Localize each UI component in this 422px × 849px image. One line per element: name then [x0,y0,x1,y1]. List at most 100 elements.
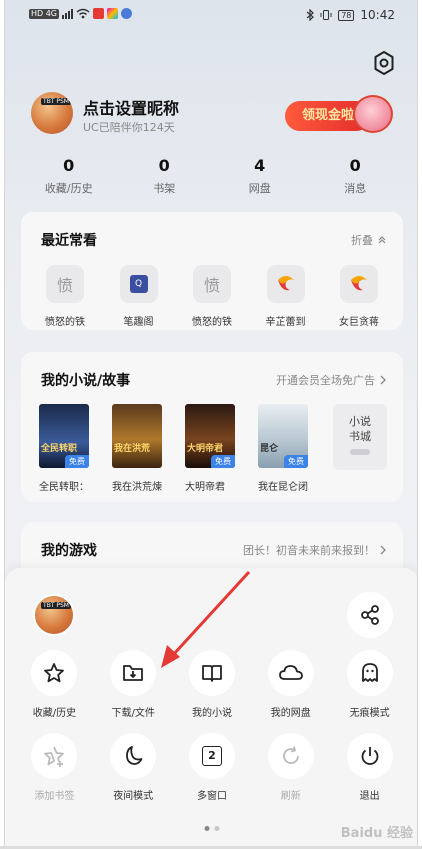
menu-cloud-drive[interactable]: 我的网盘 [251,650,330,719]
menu-icon-circle [110,733,157,779]
book-cover: 我在洪荒 [112,404,162,468]
menu-exit[interactable]: 退出 [330,733,409,802]
settings-button[interactable] [371,50,397,76]
status-bar: HD 4G 78 10:42 [5,6,417,26]
stat-value: 0 [63,156,75,175]
share-button[interactable] [347,592,393,638]
menu-night-mode[interactable]: 夜间模式 [94,733,173,802]
baidu-watermark: Baidu 经验 [340,826,413,841]
book-title: 我在洪荒煉 [112,482,162,493]
menu-label: 多窗口 [196,791,227,802]
vip-link[interactable]: 开通会员全场免广告 [276,372,387,388]
menu-label: 我的网盘 [270,708,311,719]
cash-promo-banner[interactable]: 领现金啦 [285,95,393,135]
chevron-right-icon [380,375,386,385]
menu-label: 刷新 [280,791,301,802]
cloud-icon [278,665,303,680]
refresh-icon [282,746,299,764]
gear-icon [374,51,394,75]
avatar[interactable]: TBT PSM [31,92,73,134]
bluetooth-icon [306,9,315,21]
stat-cloud-drive[interactable]: 4 网盘 [212,156,308,196]
bookstore-button[interactable]: 小说 书城 [333,404,387,470]
vip-label: 开通会员全场免广告 [276,374,375,387]
free-badge: 免费 [211,455,235,468]
stat-favorites[interactable]: 0 收藏/历史 [21,156,117,196]
status-right: 78 10:42 [306,8,395,22]
menu-downloads-files[interactable]: 下载/文件 [94,650,173,719]
clock: 10:42 [360,8,395,22]
games-promo-link[interactable]: 团长！初音未来前来报到！ [243,542,387,558]
site-icon: 愤 [46,265,84,303]
menu-my-novels[interactable]: 我的小说 [173,650,252,719]
recent-item[interactable]: Q 笔趣阁 [103,265,175,328]
wifi-icon [76,8,90,19]
menu-incognito[interactable]: 无痕模式 [330,650,409,719]
app-notification-icon [93,8,105,19]
recent-label: 愤怒的铁 [45,317,85,328]
vibrate-icon [320,10,332,20]
cover-title: 昆仑 [260,444,279,454]
free-badge: 免费 [284,455,308,468]
menu-avatar[interactable]: TBT PSM [33,594,75,636]
cover-title: 全民转职 [41,444,78,454]
menu-icon-circle [31,650,78,696]
stat-label: 网盘 [248,182,271,195]
stat-value: 0 [349,156,361,175]
book-item[interactable]: 昆仑 免费 我在昆仑闭 [258,404,308,493]
recent-label: 笔趣阁 [123,317,154,328]
menu-icon-circle [267,650,314,696]
menu-icon-circle [346,733,393,779]
page-dot [214,826,220,831]
moon-icon [126,746,143,765]
recent-item[interactable]: 女巨贪蒋 [323,265,395,328]
recent-label: 女巨贪蒋 [339,317,379,328]
menu-label: 无痕模式 [349,708,390,719]
book-item[interactable]: 大明帝君 免费 大明帝君 [185,404,235,493]
avatar-tag: TBT PSM [41,98,71,105]
stats-row: 0 收藏/历史 0 书架 4 网盘 0 消息 [21,156,403,196]
book-item[interactable]: 我在洪荒 我在洪荒煉 [112,404,162,493]
share-icon [361,605,379,625]
bookstore-indicator [350,449,370,455]
book-title: 大明帝君 [185,482,225,493]
stat-label: 消息 [344,182,367,195]
avatar-tag: TBT PSM [41,602,71,609]
menu-multi-window[interactable]: 2 多窗口 [173,733,252,802]
recent-item[interactable]: 辛芷蕾到 [250,265,322,328]
free-badge: 免费 [65,455,89,468]
recent-item[interactable]: 愤 愤怒的铁 [29,265,101,328]
app-screen: HD 4G 78 10:42 TBT PSM 点击设置昵称 UC已陪伴你124天… [4,0,418,849]
stat-bookshelf[interactable]: 0 书架 [117,156,213,196]
menu-label: 收藏/历史 [32,708,77,719]
stat-label: 收藏/历史 [44,182,93,195]
menu-add-bookmark[interactable]: 添加书签 [15,733,94,802]
download-folder-icon [123,665,144,681]
stat-value: 4 [254,156,266,175]
menu-icon-circle [346,650,393,696]
menu-refresh[interactable]: 刷新 [251,733,330,802]
nickname-link[interactable]: 点击设置昵称 [83,95,179,119]
battery-icon: 78 [338,9,355,21]
biquge-icon: Q [129,275,148,293]
recent-title: 最近常看 [41,233,97,249]
star-icon [44,663,65,683]
games-promo-label: 团长！初音未来前来报到！ [243,544,375,557]
recent-item[interactable]: 愤 愤怒的铁 [176,265,248,328]
cover-title: 大明帝君 [187,444,224,454]
ghost-icon [361,663,378,682]
bookstore-label-2: 书城 [349,430,371,443]
book-icon [202,665,222,682]
collapse-button[interactable]: 折叠 [351,232,387,248]
book-list: 全民转职 免费 全民转职： 我在洪荒 我在洪荒煉 大明帝君 免费 大明帝君 昆仑… [39,404,308,493]
novels-card: 我的小说/故事 开通会员全场免广告 全民转职 免费 全民转职： 我在洪荒 我在洪… [21,352,403,502]
uc-logo-icon [340,265,378,303]
book-item[interactable]: 全民转职 免费 全民转职： [39,404,89,493]
menu-favorites-history[interactable]: 收藏/历史 [15,650,94,719]
companion-days: UC已陪伴你124天 [83,121,175,134]
cover-title: 我在洪荒 [114,444,151,454]
stat-messages[interactable]: 0 消息 [308,156,404,196]
book-title: 全民转职： [39,482,89,493]
recent-list: 愤 愤怒的铁 Q 笔趣阁 愤 愤怒的铁 辛芷蕾到 女巨贪蒋 [29,265,395,328]
menu-icon-circle [31,733,78,779]
